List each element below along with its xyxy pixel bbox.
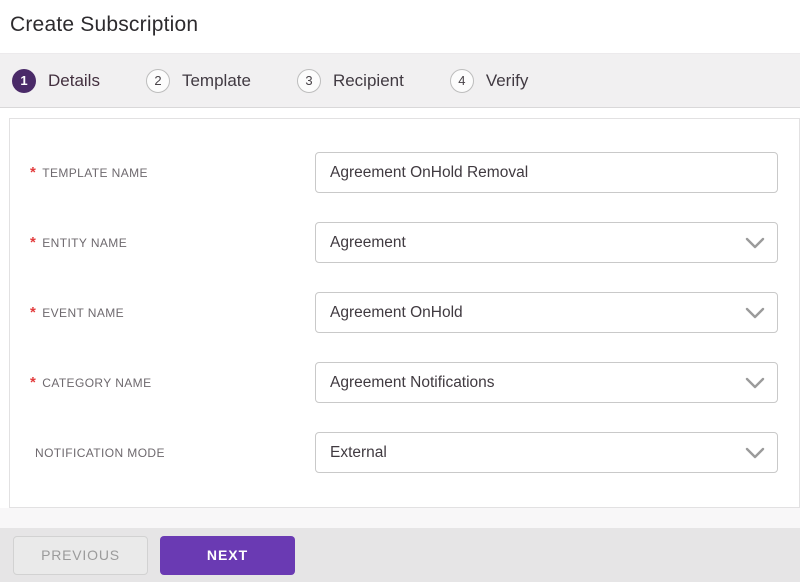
field-row-notification-mode: NOTIFICATION MODE External [30, 432, 778, 473]
wizard-footer: PREVIOUS NEXT [0, 528, 800, 582]
category-name-label-text: CATEGORY NAME [42, 375, 152, 390]
template-name-input[interactable] [315, 152, 778, 193]
event-name-label: * EVENT NAME [30, 305, 315, 320]
event-name-label-text: EVENT NAME [42, 305, 125, 320]
card-footer-gap [0, 508, 800, 528]
category-name-value: Agreement Notifications [330, 373, 495, 391]
entity-name-ctl: Agreement [315, 222, 778, 263]
field-row-entity-name: * ENTITY NAME Agreement [30, 222, 778, 263]
event-name-value: Agreement OnHold [330, 303, 463, 321]
entity-name-value: Agreement [330, 233, 406, 251]
next-button[interactable]: NEXT [160, 535, 295, 575]
entity-name-label-text: ENTITY NAME [42, 235, 128, 250]
step-verify-label: Verify [485, 70, 529, 90]
step-verify-number: 4 [449, 68, 474, 93]
step-template[interactable]: 2 Template [145, 68, 251, 93]
event-name-select[interactable]: Agreement OnHold [315, 292, 778, 333]
required-asterisk: * [30, 374, 37, 391]
details-form-card: * TEMPLATE NAME * ENTITY NAME Agreement … [9, 118, 800, 508]
previous-button[interactable]: PREVIOUS [13, 535, 148, 575]
field-row-category-name: * CATEGORY NAME Agreement Notifications [30, 362, 778, 403]
step-template-label: Template [181, 70, 251, 90]
step-recipient[interactable]: 3 Recipient [296, 68, 404, 93]
step-verify[interactable]: 4 Verify [449, 68, 529, 93]
template-name-label: * TEMPLATE NAME [30, 165, 315, 180]
notification-mode-value: External [330, 443, 387, 461]
wizard-stepper: 1 Details 2 Template 3 Recipient 4 Verif… [0, 53, 800, 108]
step-details[interactable]: 1 Details [12, 68, 100, 93]
event-name-ctl: Agreement OnHold [315, 292, 778, 333]
step-recipient-number: 3 [296, 68, 321, 93]
field-row-template-name: * TEMPLATE NAME [30, 152, 778, 193]
step-recipient-label: Recipient [332, 70, 404, 90]
page-title: Create Subscription [10, 13, 199, 36]
field-row-event-name: * EVENT NAME Agreement OnHold [30, 292, 778, 333]
notification-mode-select[interactable]: External [315, 432, 778, 473]
step-details-label: Details [48, 70, 100, 90]
entity-name-label: * ENTITY NAME [30, 235, 315, 250]
category-name-label: * CATEGORY NAME [30, 375, 315, 390]
step-template-number: 2 [145, 68, 170, 93]
required-asterisk: * [30, 304, 37, 321]
category-name-select[interactable]: Agreement Notifications [315, 362, 778, 403]
step-details-number: 1 [12, 68, 36, 93]
category-name-ctl: Agreement Notifications [315, 362, 778, 403]
entity-name-select[interactable]: Agreement [315, 222, 778, 263]
template-name-label-text: TEMPLATE NAME [42, 165, 148, 180]
required-asterisk: * [30, 234, 37, 251]
required-asterisk: * [30, 164, 37, 181]
notification-mode-label-text: NOTIFICATION MODE [35, 445, 165, 460]
notification-mode-label: NOTIFICATION MODE [30, 446, 315, 460]
page-header: Create Subscription [0, 0, 800, 53]
notification-mode-ctl: External [315, 432, 778, 473]
template-name-ctl [315, 152, 778, 193]
